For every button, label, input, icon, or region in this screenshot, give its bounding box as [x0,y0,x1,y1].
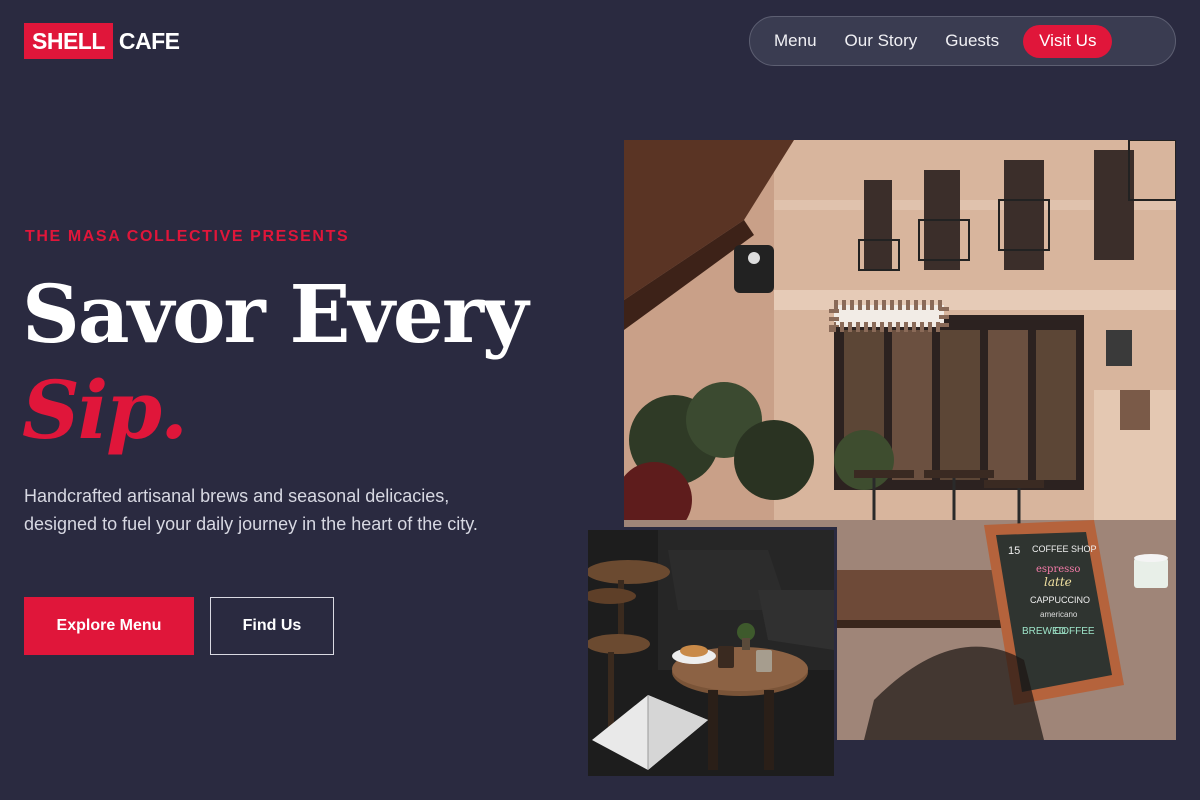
hero-description: Handcrafted artisanal brews and seasonal… [24,486,478,534]
explore-menu-button[interactable]: Explore Menu [24,597,194,655]
chalkboard-line-1: COFFEE SHOP [1032,544,1097,554]
hero-headline-accent: Sip. [22,363,188,457]
chalkboard-line-5: americano [1040,610,1078,619]
brand-logo[interactable]: SHELL CAFE [24,23,180,59]
logo-badge: SHELL [24,23,113,59]
chalkboard-number: 15 [1008,545,1020,557]
find-us-button[interactable]: Find Us [210,597,334,655]
nav-item-menu[interactable]: Menu [774,31,817,51]
hero-eyebrow: THE MASA COLLECTIVE PRESENTS [25,228,350,245]
visit-us-button[interactable]: Visit Us [1023,24,1113,58]
logo-wordmark: CAFE [118,27,180,54]
chalkboard-line-4: CAPPUCCINO [1030,595,1090,605]
nav-item-our-story[interactable]: Our Story [845,31,918,51]
nav-item-guests[interactable]: Guests [945,31,999,51]
main-nav: Menu Our Story Guests Visit Us [749,16,1176,66]
cafe-table-image [588,527,837,776]
chalkboard-line-3: latte [1044,575,1072,589]
chalkboard-line-2: espresso [1036,564,1080,575]
chalkboard-line-7: COFFEE [1054,626,1095,637]
hero-headline: Savor Every [22,267,528,361]
